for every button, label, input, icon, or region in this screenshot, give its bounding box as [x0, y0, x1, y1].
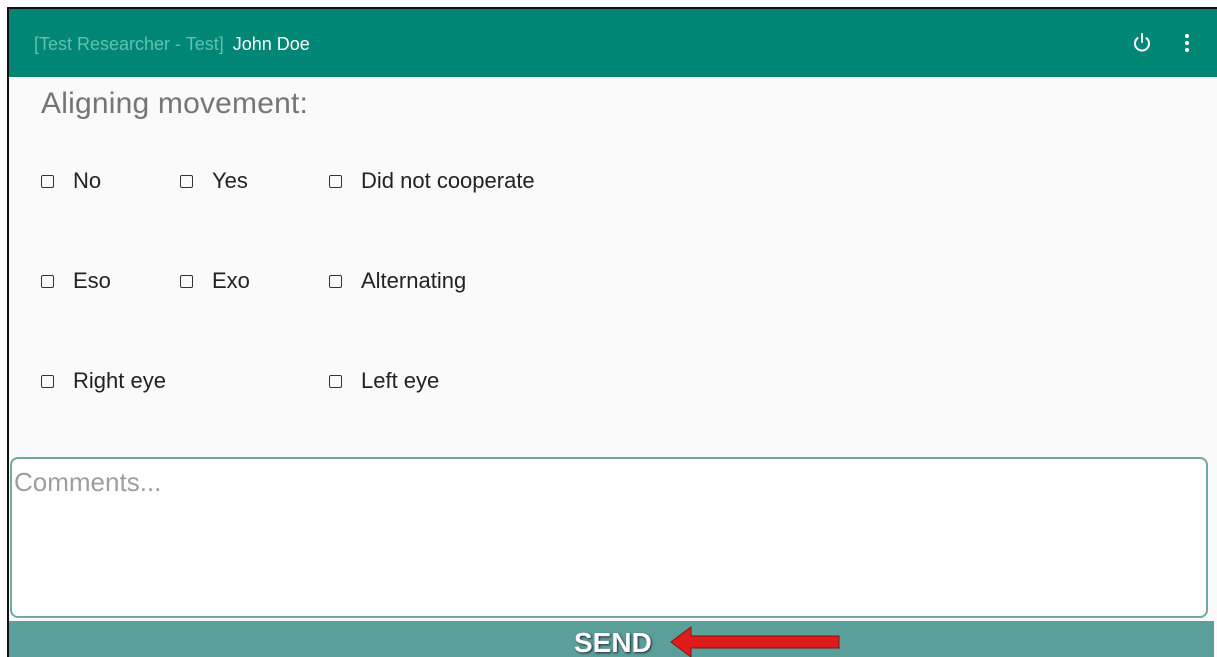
option-label: Left eye [361, 368, 440, 393]
option-label: Alternating [361, 268, 467, 293]
checkbox[interactable] [41, 174, 54, 188]
app-window: [Test Researcher - Test] John Doe Aligni… [7, 7, 1217, 657]
comments-input[interactable]: Comments... [10, 457, 1208, 618]
option-eso[interactable]: Eso [41, 268, 111, 294]
option-label: Did not cooperate [361, 168, 535, 193]
option-label: Exo [212, 268, 250, 293]
app-bar-title: [Test Researcher - Test] John Doe [34, 34, 310, 55]
option-alternating[interactable]: Alternating [329, 268, 466, 294]
checkbox[interactable] [329, 174, 342, 188]
checkbox[interactable] [180, 274, 193, 288]
option-left-eye[interactable]: Left eye [329, 368, 439, 394]
app-bar: [Test Researcher - Test] John Doe [9, 9, 1217, 77]
option-label: No [73, 168, 102, 193]
checkbox[interactable] [41, 374, 54, 388]
option-right-eye[interactable]: Right eye [41, 368, 166, 394]
comments-placeholder: Comments... [14, 467, 162, 497]
question-heading: Aligning movement: [41, 87, 309, 120]
option-no[interactable]: No [41, 168, 101, 194]
checkbox[interactable] [329, 274, 342, 288]
power-icon[interactable] [1131, 32, 1153, 54]
option-yes[interactable]: Yes [180, 168, 248, 194]
option-exo[interactable]: Exo [180, 268, 250, 294]
researcher-label: [Test Researcher - Test] [34, 34, 224, 54]
option-label: Yes [212, 168, 248, 193]
option-did-not-cooperate[interactable]: Did not cooperate [329, 168, 535, 194]
more-vert-icon[interactable] [1179, 32, 1195, 54]
option-label: Right eye [73, 368, 166, 393]
user-name: John Doe [232, 34, 310, 54]
red-arrow-annotation [670, 626, 840, 657]
checkbox[interactable] [329, 374, 342, 388]
checkbox[interactable] [180, 174, 193, 188]
option-label: Eso [73, 268, 111, 293]
send-button-label: SEND [574, 627, 652, 657]
checkbox[interactable] [41, 274, 54, 288]
